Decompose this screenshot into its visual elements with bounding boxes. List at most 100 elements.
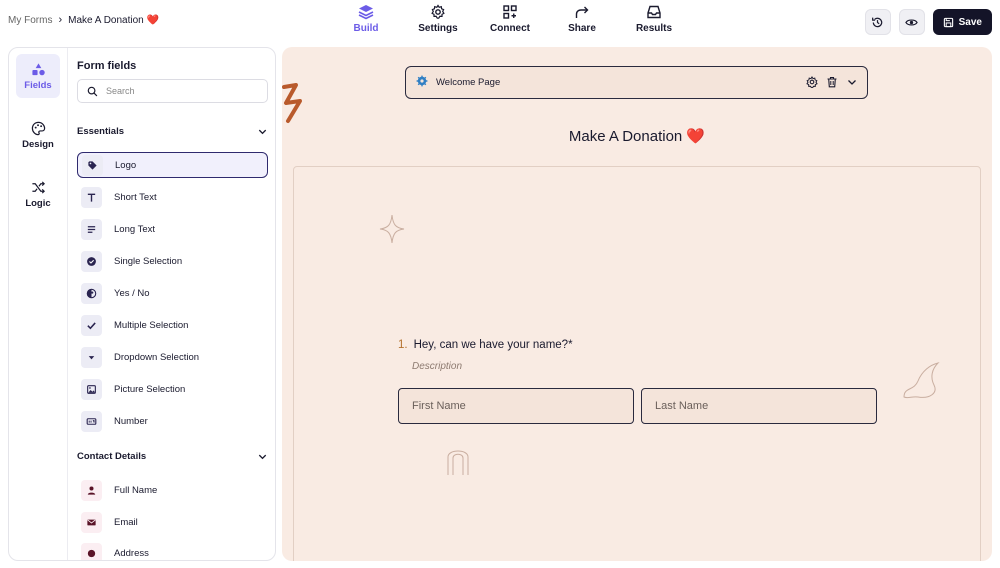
- field-short-text-label: Short Text: [114, 191, 157, 203]
- envelope-icon: [81, 511, 102, 533]
- nav-results[interactable]: Results: [618, 4, 690, 34]
- field-yes-no[interactable]: Yes / No: [77, 280, 268, 306]
- form-fields-title: Form fields: [77, 60, 137, 72]
- nav-connect[interactable]: Connect: [474, 4, 546, 34]
- nav-build[interactable]: Build: [330, 4, 402, 34]
- nav-results-label: Results: [635, 23, 673, 34]
- chevron-down-icon: [258, 454, 267, 460]
- share-arrow-icon: [575, 6, 589, 18]
- breadcrumb-current: Make A Donation ❤️: [68, 14, 159, 26]
- nav-settings-label: Settings: [418, 23, 458, 34]
- rail-fields-label: Fields: [24, 79, 52, 91]
- rail-design[interactable]: Design: [16, 113, 60, 157]
- field-full-name-label: Full Name: [114, 484, 158, 496]
- page-settings-icon[interactable]: [806, 76, 818, 88]
- number-icon: [81, 410, 102, 432]
- chevron-down-icon[interactable]: [846, 76, 858, 88]
- gear-icon: [416, 75, 428, 90]
- field-dropdown-selection-label: Dropdown Selection: [114, 351, 200, 363]
- field-address[interactable]: Address: [77, 540, 268, 560]
- rail-logic-label: Logic: [25, 197, 51, 209]
- left-panel: Fields Design Logic Form fields Essentia…: [8, 47, 276, 561]
- palette-icon: [31, 121, 45, 135]
- breadcrumb: My Forms › Make A Donation ❤️: [8, 14, 159, 26]
- section-essentials-title: Essentials: [77, 126, 124, 137]
- save-label: Save: [958, 16, 982, 28]
- question-description[interactable]: Description: [412, 361, 462, 372]
- form-canvas: Welcome Page Make A Donation ❤️ 1. Hey, …: [282, 47, 992, 561]
- field-long-text-label: Long Text: [114, 223, 156, 235]
- checkmark-icon: [81, 314, 102, 336]
- text-t-icon: [81, 186, 102, 208]
- rail-fields[interactable]: Fields: [16, 54, 60, 98]
- person-icon: [81, 479, 102, 501]
- page-actions: [806, 76, 858, 88]
- form-fields-panel: Form fields Essentials Logo Short Text L…: [69, 48, 275, 560]
- preview-button[interactable]: [898, 9, 925, 35]
- page-selector-label: Welcome Page: [436, 77, 501, 88]
- inbox-icon: [647, 5, 661, 19]
- search-icon: [87, 86, 98, 96]
- field-number[interactable]: Number: [77, 408, 268, 434]
- layers-icon: [358, 5, 374, 20]
- wave-doodle-icon: [903, 362, 940, 399]
- section-essentials-header[interactable]: Essentials: [77, 126, 268, 137]
- nav-share-label: Share: [568, 23, 596, 34]
- picture-icon: [81, 378, 102, 400]
- field-picture-selection[interactable]: Picture Selection: [77, 376, 268, 402]
- last-name-input[interactable]: [641, 388, 877, 424]
- field-dropdown-selection[interactable]: Dropdown Selection: [77, 344, 268, 370]
- field-email[interactable]: Email: [77, 509, 268, 535]
- nav-settings[interactable]: Settings: [402, 4, 474, 34]
- section-contact-details-title: Contact Details: [77, 451, 147, 462]
- paragraph-icon: [81, 218, 102, 240]
- search-input[interactable]: [106, 86, 256, 96]
- tag-icon: [82, 154, 103, 176]
- field-logo-label: Logo: [115, 159, 137, 171]
- field-number-label: Number: [114, 415, 148, 427]
- form-title: Make A Donation ❤️: [568, 128, 706, 145]
- chevron-down-icon: [258, 129, 267, 135]
- top-actions: Save: [864, 9, 992, 35]
- field-short-text[interactable]: Short Text: [77, 184, 268, 210]
- field-logo[interactable]: Logo: [77, 152, 268, 178]
- shuffle-icon: [31, 180, 45, 194]
- location-icon: [81, 542, 102, 560]
- field-multiple-selection-label: Multiple Selection: [114, 319, 189, 331]
- field-long-text[interactable]: Long Text: [77, 216, 268, 242]
- first-name-input[interactable]: [398, 388, 634, 424]
- dropdown-icon: [81, 346, 102, 368]
- field-multiple-selection[interactable]: Multiple Selection: [77, 312, 268, 338]
- yes-no-icon: [81, 282, 102, 304]
- history-icon: [872, 17, 883, 27]
- section-contact-details-header[interactable]: Contact Details: [77, 451, 268, 462]
- nav-share[interactable]: Share: [546, 4, 618, 34]
- save-icon: [943, 17, 953, 27]
- connect-grid-icon: [503, 5, 517, 19]
- nav-build-label: Build: [353, 23, 379, 34]
- rail-logic[interactable]: Logic: [16, 172, 60, 216]
- field-single-selection[interactable]: Single Selection: [77, 248, 268, 274]
- side-rail: Fields Design Logic: [9, 48, 68, 560]
- field-yes-no-label: Yes / No: [114, 287, 150, 299]
- question-number: 1.: [398, 339, 408, 351]
- gear-icon: [431, 4, 445, 19]
- form-preview-card: 1. Hey, can we have your name?* Descript…: [293, 166, 981, 561]
- field-picture-selection-label: Picture Selection: [114, 383, 186, 395]
- trash-icon[interactable]: [826, 76, 838, 88]
- field-address-label: Address: [114, 547, 149, 559]
- search-box: [77, 79, 268, 103]
- sparkle-doodle-icon: [379, 214, 405, 244]
- field-full-name[interactable]: Full Name: [77, 477, 268, 503]
- rail-design-label: Design: [22, 138, 54, 150]
- page-selector[interactable]: Welcome Page: [405, 66, 868, 99]
- nav-connect-label: Connect: [490, 23, 530, 34]
- field-single-selection-label: Single Selection: [114, 255, 183, 267]
- history-button[interactable]: [864, 9, 891, 35]
- check-circle-icon: [81, 250, 102, 272]
- arch-doodle-icon: [447, 450, 469, 475]
- save-button[interactable]: Save: [932, 9, 992, 35]
- breadcrumb-separator: ›: [58, 14, 63, 26]
- field-email-label: Email: [114, 516, 138, 528]
- breadcrumb-my-forms[interactable]: My Forms: [8, 15, 52, 26]
